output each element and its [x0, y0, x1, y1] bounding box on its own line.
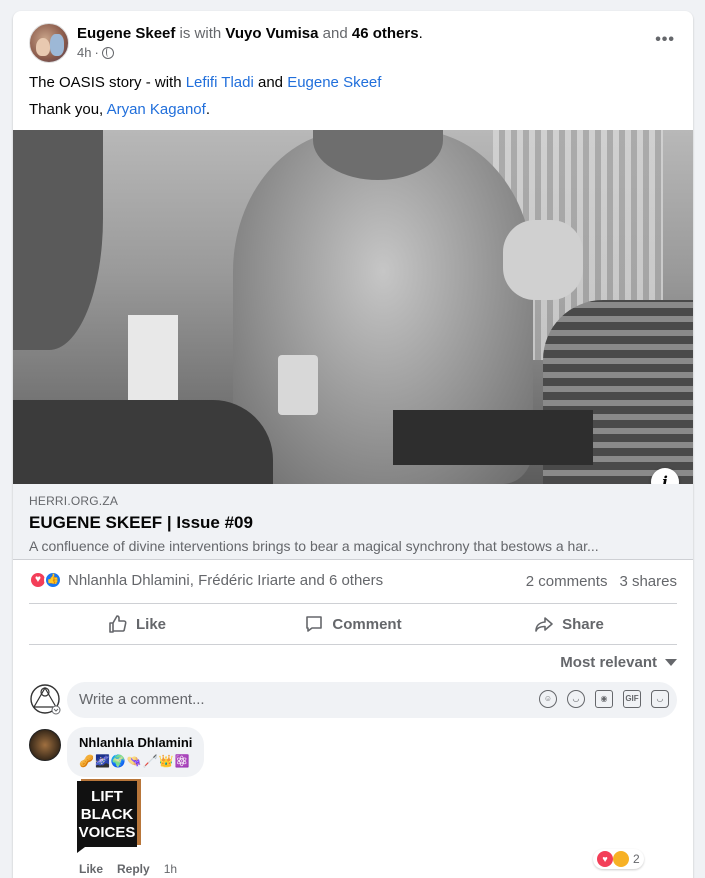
share-label: Share [562, 615, 604, 633]
reactor-names[interactable]: Nhlanhla Dhlamini, Frédéric Iriarte and … [68, 572, 383, 589]
comment-input-icons: ☺ ◡ ◉ GIF ◡ [539, 690, 669, 708]
mention-aryan-kaganof[interactable]: Aryan Kaganof [107, 101, 206, 118]
comment-time[interactable]: 1h [164, 862, 177, 876]
meta-dot: · [94, 45, 99, 60]
link-preview-image[interactable]: i [13, 130, 693, 484]
post-line-1-text: The OASIS story - with [29, 74, 186, 91]
post-line-1: The OASIS story - with Lefifi Tladi and … [29, 73, 381, 92]
action-bar: Like Comment Share [29, 604, 677, 644]
more-options-icon[interactable]: ••• [655, 31, 675, 49]
commenter-avatar[interactable] [29, 729, 61, 761]
tagged-others-link[interactable]: 46 others [352, 25, 419, 42]
comment-reaction-count: 2 [633, 852, 640, 866]
link-description: A confluence of divine interventions bri… [29, 538, 599, 554]
post-card: Eugene Skeef is with Vuyo Vumisa and 46 … [13, 11, 693, 878]
sticker-icon[interactable]: ◡ [651, 690, 669, 708]
mention-lefifi-tladi[interactable]: Lefifi Tladi [186, 74, 254, 91]
with-text: is with [179, 25, 222, 42]
comment-reactions[interactable]: ♥ 2 [593, 849, 644, 869]
sticker-line-2: BLACK [81, 806, 134, 823]
header-period: . [418, 25, 423, 42]
comment-input[interactable]: Write a comment... ☺ ◡ ◉ GIF ◡ [67, 682, 677, 718]
commenter-name[interactable]: Nhlanhla Dhlamini [79, 735, 192, 750]
share-icon [535, 617, 553, 632]
like-label: Like [135, 615, 166, 633]
gif-icon[interactable]: GIF [623, 690, 641, 708]
and-text: and [322, 25, 348, 42]
comments-count[interactable]: 2 comments [526, 573, 608, 590]
post-time[interactable]: 4h [77, 45, 91, 60]
comment-button[interactable]: Comment [245, 604, 461, 644]
link-preview[interactable]: HERRI.ORG.ZA EUGENE SKEEF | Issue #09 A … [13, 484, 693, 560]
engagement-counts: 2 comments 3 shares [526, 573, 677, 590]
comment-sort-dropdown[interactable]: Most relevant [560, 654, 677, 671]
thumbs-up-icon [109, 615, 127, 633]
avatar-sticker-icon[interactable]: ☺ [539, 690, 557, 708]
current-user-avatar[interactable] [29, 683, 61, 715]
comment-icon [306, 616, 323, 632]
comment-like-link[interactable]: Like [79, 862, 103, 876]
post-line-2: Thank you, Aryan Kaganof. [29, 100, 381, 119]
comment-placeholder: Write a comment... [79, 691, 205, 708]
comment-label: Comment [332, 615, 402, 633]
like-button[interactable]: Like [29, 604, 245, 644]
lift-black-voices-sticker[interactable]: LIFT BLACK VOICES [73, 779, 143, 853]
comment-sort-label: Most relevant [560, 654, 657, 671]
post-header: Eugene Skeef is with Vuyo Vumisa and 46 … [13, 11, 693, 71]
reactions-summary[interactable]: ♥ 👍 Nhlanhla Dhlamini, Frédéric Iriarte … [29, 571, 383, 589]
comment-emojis: 🥜🌌🌍👒🦯👑⚛️ [79, 754, 191, 768]
shares-count[interactable]: 3 shares [619, 573, 677, 590]
author-avatar[interactable] [29, 23, 69, 63]
share-button[interactable]: Share [461, 604, 677, 644]
author-name[interactable]: Eugene Skeef [77, 25, 175, 42]
link-title[interactable]: EUGENE SKEEF | Issue #09 [29, 513, 253, 533]
post-line-2-text: Thank you, [29, 101, 107, 118]
sticker-line-1: LIFT [91, 788, 123, 805]
care-reaction-icon [613, 851, 629, 867]
post-header-line: Eugene Skeef is with Vuyo Vumisa and 46 … [77, 24, 423, 43]
post-text: The OASIS story - with Lefifi Tladi and … [29, 73, 381, 127]
post-line-2-suffix: . [205, 101, 210, 118]
like-reaction-icon: 👍 [44, 571, 62, 589]
love-reaction-icon: ♥ [597, 851, 613, 867]
comment-reply-link[interactable]: Reply [117, 862, 150, 876]
emoji-icon[interactable]: ◡ [567, 690, 585, 708]
comment-bubble: Nhlanhla Dhlamini 🥜🌌🌍👒🦯👑⚛️ [67, 727, 205, 777]
camera-icon[interactable]: ◉ [595, 690, 613, 708]
mention-eugene-skeef[interactable]: Eugene Skeef [287, 74, 381, 91]
sticker-line-3: VOICES [79, 824, 136, 841]
divider [29, 644, 677, 645]
post-line-1-and: and [253, 74, 288, 91]
comment-actions: Like Reply 1h [79, 862, 177, 876]
globe-icon[interactable] [101, 46, 114, 59]
post-meta: 4h · [77, 45, 114, 60]
caret-down-icon [665, 659, 677, 666]
tagged-person[interactable]: Vuyo Vumisa [225, 25, 318, 42]
link-source: HERRI.ORG.ZA [29, 494, 119, 508]
